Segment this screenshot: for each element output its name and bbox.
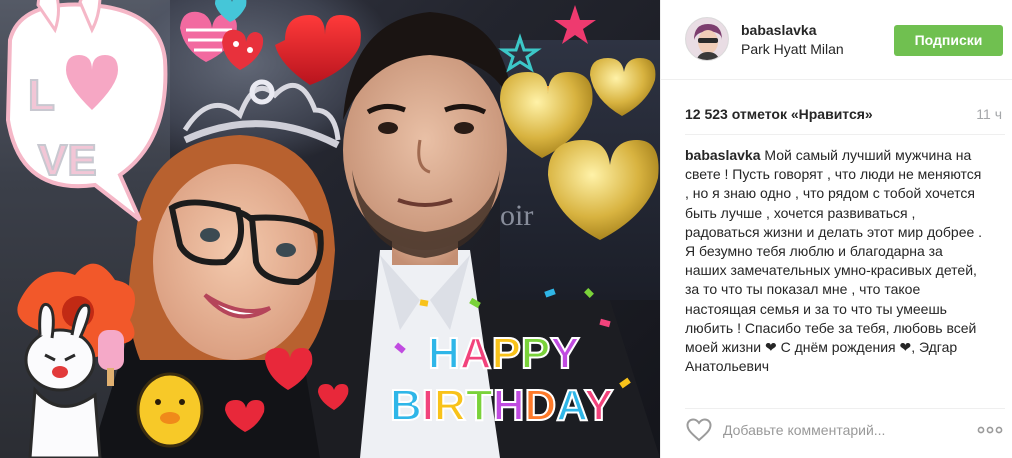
birthday-text: BIRTHDAY <box>390 381 613 430</box>
post-time[interactable]: 11 ч <box>976 106 1002 122</box>
post-sidebar: babaslavka Park Hyatt Milan Подписки 12 … <box>660 0 1012 458</box>
post-footer <box>685 408 1005 454</box>
birthday-letter: Y <box>550 329 579 378</box>
star-sticker-pink <box>554 5 596 44</box>
birthday-letter: D <box>524 381 556 430</box>
comment-input[interactable] <box>723 419 953 441</box>
avatar[interactable] <box>685 17 729 61</box>
birthday-letter: R <box>434 381 466 430</box>
birthday-letter: H <box>428 329 460 378</box>
birthday-letter: B <box>390 381 422 430</box>
ellipsis-icon[interactable] <box>975 421 1005 439</box>
caption-scrollbar[interactable] <box>1001 140 1004 390</box>
avatar-image <box>686 18 728 60</box>
birthday-letter: P <box>492 329 521 378</box>
chick-sticker <box>136 372 204 448</box>
birthday-letter: H <box>493 381 525 430</box>
follow-button[interactable]: Подписки <box>894 25 1003 56</box>
post-caption: babaslavka Мой самый лучший мужчина на с… <box>685 146 987 394</box>
heart-outline-icon[interactable] <box>686 418 712 442</box>
love-letters-ve: VE <box>38 136 97 185</box>
post-photo[interactable]: L VE oir HAPPY BIRTHDAY <box>0 0 660 458</box>
woman-face <box>153 164 317 360</box>
tiara-sticker <box>182 79 341 149</box>
gold-heart-sticker-2 <box>590 58 656 116</box>
post-username[interactable]: babaslavka <box>741 22 817 38</box>
birthday-letter: Y <box>584 381 613 430</box>
star-sticker-teal <box>498 33 542 73</box>
heart-sticker-red <box>275 15 361 85</box>
post-header: babaslavka Park Hyatt Milan Подписки <box>661 0 1012 80</box>
divider <box>685 134 1005 135</box>
gold-heart-sticker-3 <box>548 140 659 240</box>
caption-username[interactable]: babaslavka <box>685 147 761 163</box>
likes-count[interactable]: 12 523 отметок «Нравится» <box>685 106 873 122</box>
post-location[interactable]: Park Hyatt Milan <box>741 41 844 57</box>
heart-sticker-dotted <box>222 29 264 70</box>
happy-text: HAPPY <box>428 329 580 378</box>
photo-scene: L VE oir HAPPY BIRTHDAY <box>5 0 660 458</box>
love-letter-l: L <box>28 71 55 120</box>
birthday-letter: P <box>521 329 550 378</box>
birthday-letter: T <box>466 381 493 430</box>
caption-text: Мой самый лучший мужчина на свете ! Пуст… <box>685 147 983 375</box>
birthday-letter: A <box>556 381 587 430</box>
birthday-letter: I <box>422 381 434 430</box>
love-sticker: L VE <box>5 0 168 222</box>
background-sign-text: oir <box>500 199 533 232</box>
birthday-letter: A <box>460 329 492 378</box>
